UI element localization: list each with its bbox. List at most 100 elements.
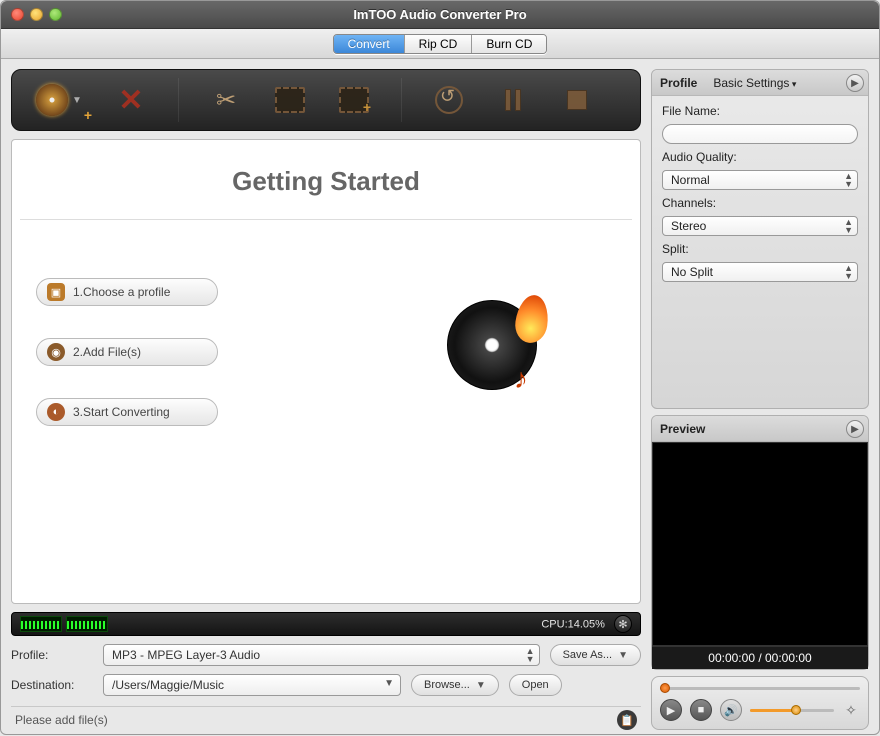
profile-panel-body: File Name: Audio Quality: Normal ▲▼ Chan… <box>652 96 868 296</box>
volume-fill <box>750 709 796 712</box>
clip-button-2[interactable] <box>333 79 375 121</box>
artwork: ♪ <box>447 300 537 390</box>
open-button[interactable]: Open <box>509 674 562 696</box>
add-files-step-icon: ◉ <box>47 343 65 361</box>
file-name-input[interactable] <box>662 124 858 144</box>
getting-started-heading: Getting Started <box>12 166 640 197</box>
open-label: Open <box>522 679 549 691</box>
mode-tabs: Convert Rip CD Burn CD <box>333 34 548 54</box>
profile-panel-header: Profile Basic Settings ▶ <box>652 70 868 96</box>
cut-button[interactable]: ✂ <box>205 79 247 121</box>
clip-button-1[interactable] <box>269 79 311 121</box>
step-label: 2.Add File(s) <box>73 345 141 359</box>
profile-tab[interactable]: Profile <box>660 76 697 90</box>
status-action-button[interactable]: 📋 <box>617 710 637 730</box>
x-icon: ✕ <box>118 83 143 118</box>
updown-icon: ▲▼ <box>526 647 535 663</box>
seek-thumb[interactable] <box>660 683 670 693</box>
destination-select[interactable]: /Users/Maggie/Music ▼ <box>103 674 401 696</box>
pause-button[interactable] <box>492 79 534 121</box>
title-bar: ImTOO Audio Converter Pro <box>1 1 879 29</box>
profile-select[interactable]: MP3 - MPEG Layer-3 Audio ▲▼ <box>103 644 540 666</box>
main-area: + ▼ ✕ ✂ Getting Started ▣ 1.Choose a pro… <box>1 59 651 736</box>
step-label: 1.Choose a profile <box>73 285 170 299</box>
status-bar: Please add file(s) 📋 <box>11 706 641 730</box>
divider <box>20 219 632 220</box>
chevron-down-icon: ▼ <box>618 650 628 661</box>
window-title: ImTOO Audio Converter Pro <box>1 7 879 22</box>
cpu-value: 14.05% <box>568 619 605 631</box>
cpu-settings-button[interactable]: ✻ <box>614 615 632 633</box>
updown-icon: ▲▼ <box>844 264 853 280</box>
file-name-label: File Name: <box>662 104 858 118</box>
browse-label: Browse... <box>424 679 470 691</box>
player: ▶ ■ 🔊 ✧ <box>651 676 869 730</box>
cpu-readout: CPU:14.05% ✻ <box>541 615 632 633</box>
volume-thumb[interactable] <box>791 705 801 715</box>
filmstrip-icon <box>275 87 305 113</box>
preview-heading: Preview <box>660 422 705 436</box>
step-choose-profile[interactable]: ▣ 1.Choose a profile <box>36 278 218 306</box>
step-label: 3.Start Converting <box>73 405 170 419</box>
audio-quality-select[interactable]: Normal ▲▼ <box>662 170 858 190</box>
cpu-core-graph <box>20 616 62 632</box>
split-select[interactable]: No Split ▲▼ <box>662 262 858 282</box>
save-as-button[interactable]: Save As... ▼ <box>550 644 641 666</box>
preview-viewport <box>652 442 868 646</box>
player-stop-button[interactable]: ■ <box>690 699 712 721</box>
browse-button[interactable]: Browse... ▼ <box>411 674 499 696</box>
preview-expand-button[interactable]: ▶ <box>846 420 864 438</box>
destination-label: Destination: <box>11 678 93 692</box>
updown-icon: ▲▼ <box>844 218 853 234</box>
tab-rip-cd[interactable]: Rip CD <box>405 35 473 53</box>
toolbar-separator <box>178 78 179 122</box>
flame-icon <box>513 293 551 345</box>
add-file-button[interactable]: + ▼ <box>30 79 88 121</box>
workspace: Getting Started ▣ 1.Choose a profile ◉ 2… <box>11 139 641 604</box>
destination-value: /Users/Maggie/Music <box>112 678 224 692</box>
step-add-files[interactable]: ◉ 2.Add File(s) <box>36 338 218 366</box>
preview-panel-header: Preview ▶ <box>652 416 868 442</box>
tab-burn-cd[interactable]: Burn CD <box>472 35 546 53</box>
audio-quality-value: Normal <box>671 173 710 187</box>
channels-select[interactable]: Stereo ▲▼ <box>662 216 858 236</box>
stop-button[interactable] <box>556 79 598 121</box>
profile-step-icon: ▣ <box>47 283 65 301</box>
toolbar-separator <box>401 78 402 122</box>
player-controls: ▶ ■ 🔊 ✧ <box>660 699 860 721</box>
volume-button[interactable]: 🔊 <box>720 699 742 721</box>
window-controls <box>1 8 62 21</box>
side-panels: Profile Basic Settings ▶ File Name: Audi… <box>651 59 879 736</box>
destination-row: Destination: /Users/Maggie/Music ▼ Brows… <box>11 674 641 696</box>
profile-label: Profile: <box>11 648 93 662</box>
audio-quality-label: Audio Quality: <box>662 150 858 164</box>
cpu-graph <box>20 616 108 632</box>
zoom-window-button[interactable] <box>49 8 62 21</box>
main-toolbar: + ▼ ✕ ✂ <box>11 69 641 131</box>
save-as-label: Save As... <box>563 649 613 661</box>
chevron-down-icon: ▼ <box>476 680 486 691</box>
filmstrip-plus-icon <box>339 87 369 113</box>
seek-slider[interactable] <box>660 683 860 693</box>
close-window-button[interactable] <box>11 8 24 21</box>
minimize-window-button[interactable] <box>30 8 43 21</box>
burning-disc-icon: ♪ <box>447 300 537 390</box>
basic-settings-dropdown[interactable]: Basic Settings <box>713 76 796 90</box>
convert-step-icon: ◐ <box>47 403 65 421</box>
snapshot-button[interactable]: ✧ <box>842 701 860 719</box>
preview-panel: Preview ▶ 00:00:00 / 00:00:00 <box>651 415 869 670</box>
volume-slider[interactable] <box>750 705 834 715</box>
panel-expand-button[interactable]: ▶ <box>846 74 864 92</box>
delete-button[interactable]: ✕ <box>110 79 152 121</box>
profile-value: MP3 - MPEG Layer-3 Audio <box>112 648 260 662</box>
undo-button[interactable] <box>428 79 470 121</box>
step-start-converting[interactable]: ◐ 3.Start Converting <box>36 398 218 426</box>
seek-track <box>660 687 860 690</box>
profile-row: Profile: MP3 - MPEG Layer-3 Audio ▲▼ Sav… <box>11 644 641 666</box>
channels-label: Channels: <box>662 196 858 210</box>
status-message: Please add file(s) <box>15 713 108 727</box>
split-label: Split: <box>662 242 858 256</box>
tab-convert[interactable]: Convert <box>334 35 405 53</box>
plus-badge-icon: + <box>84 107 92 123</box>
play-button[interactable]: ▶ <box>660 699 682 721</box>
